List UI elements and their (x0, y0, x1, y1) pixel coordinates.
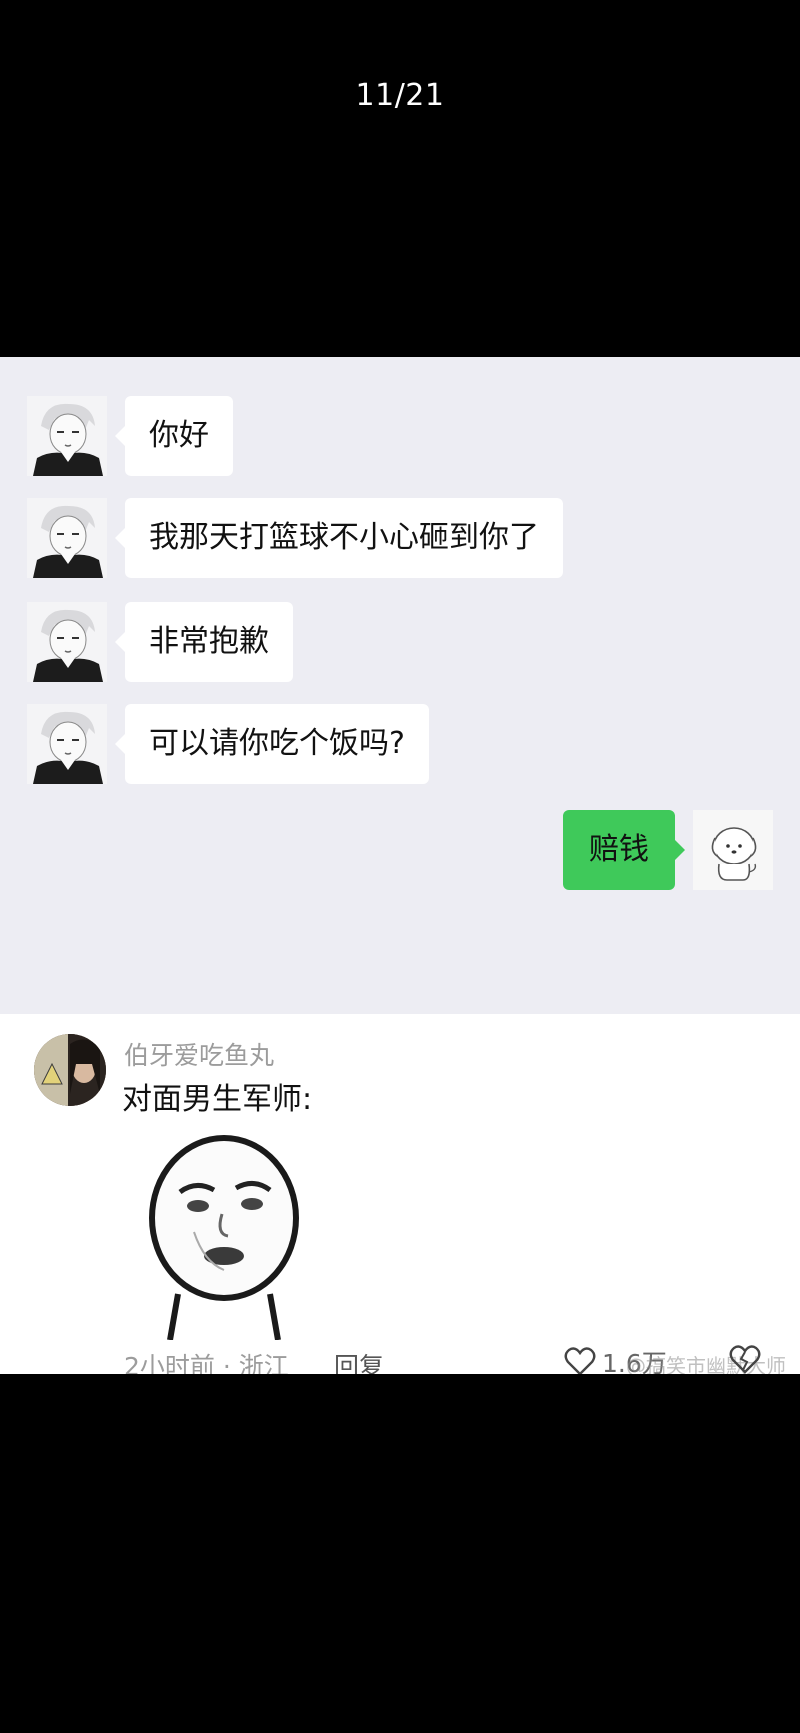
incoming-message: 你好 (27, 395, 233, 477)
outgoing-message: 赔钱 (563, 809, 773, 891)
incoming-message: 可以请你吃个饭吗? (27, 703, 429, 785)
screenshot-card[interactable]: 你好 我那天打篮球不小心砸到你了 非常抱歉 可以请你吃个饭吗? 赔钱 伯牙爱吃鱼… (0, 357, 800, 1374)
message-bubble: 你好 (115, 396, 233, 476)
comment-time-location: 2小时前 · 浙江 (124, 1352, 289, 1374)
anime-boy-avatar-icon (27, 498, 107, 578)
broken-heart-icon (729, 1345, 761, 1374)
heart-icon (564, 1347, 596, 1374)
anime-boy-avatar-icon (27, 602, 107, 682)
dislike-button[interactable] (728, 1345, 762, 1374)
anime-boy-avatar-icon (27, 704, 107, 784)
cartoon-dog-avatar-icon (693, 810, 773, 890)
comment-item: 伯牙爱吃鱼丸 对面男生军师: 2小时前 · 浙江 回复 1.6万 @搞笑市幽默大… (0, 1014, 800, 1374)
incoming-message: 非常抱歉 (27, 601, 293, 683)
comment-username[interactable]: 伯牙爱吃鱼丸 (124, 1036, 274, 1072)
anime-boy-avatar-icon (27, 396, 107, 476)
message-bubble: 赔钱 (563, 810, 685, 890)
watermark: @搞笑市幽默大师 (626, 1354, 786, 1374)
chat-panel: 你好 我那天打篮球不小心砸到你了 非常抱歉 可以请你吃个饭吗? 赔钱 (0, 357, 800, 1014)
message-bubble: 可以请你吃个饭吗? (115, 704, 429, 784)
user-avatar-icon[interactable] (34, 1034, 106, 1106)
meme-face-sticker-icon[interactable] (124, 1122, 330, 1341)
message-bubble: 非常抱歉 (115, 602, 293, 682)
incoming-message: 我那天打篮球不小心砸到你了 (27, 497, 563, 579)
image-viewer: 11/21 你好 我那天打篮球不小心砸到你了 非常抱歉 可以请你吃个饭吗? 赔钱… (0, 0, 800, 1733)
message-bubble: 我那天打篮球不小心砸到你了 (115, 498, 563, 578)
comment-text: 对面男生军师: (122, 1082, 313, 1117)
page-counter: 11/21 (355, 78, 445, 113)
reply-button[interactable]: 回复 (334, 1347, 384, 1374)
